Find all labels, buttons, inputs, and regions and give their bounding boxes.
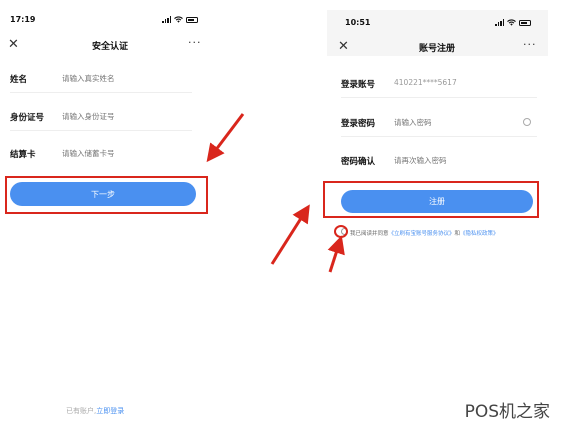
arrow-icon bbox=[270, 204, 310, 265]
arrow-icon bbox=[327, 235, 345, 273]
arrow-icon bbox=[206, 113, 245, 163]
annotation-arrows bbox=[206, 113, 345, 273]
watermark: POS机之家 bbox=[464, 402, 550, 422]
